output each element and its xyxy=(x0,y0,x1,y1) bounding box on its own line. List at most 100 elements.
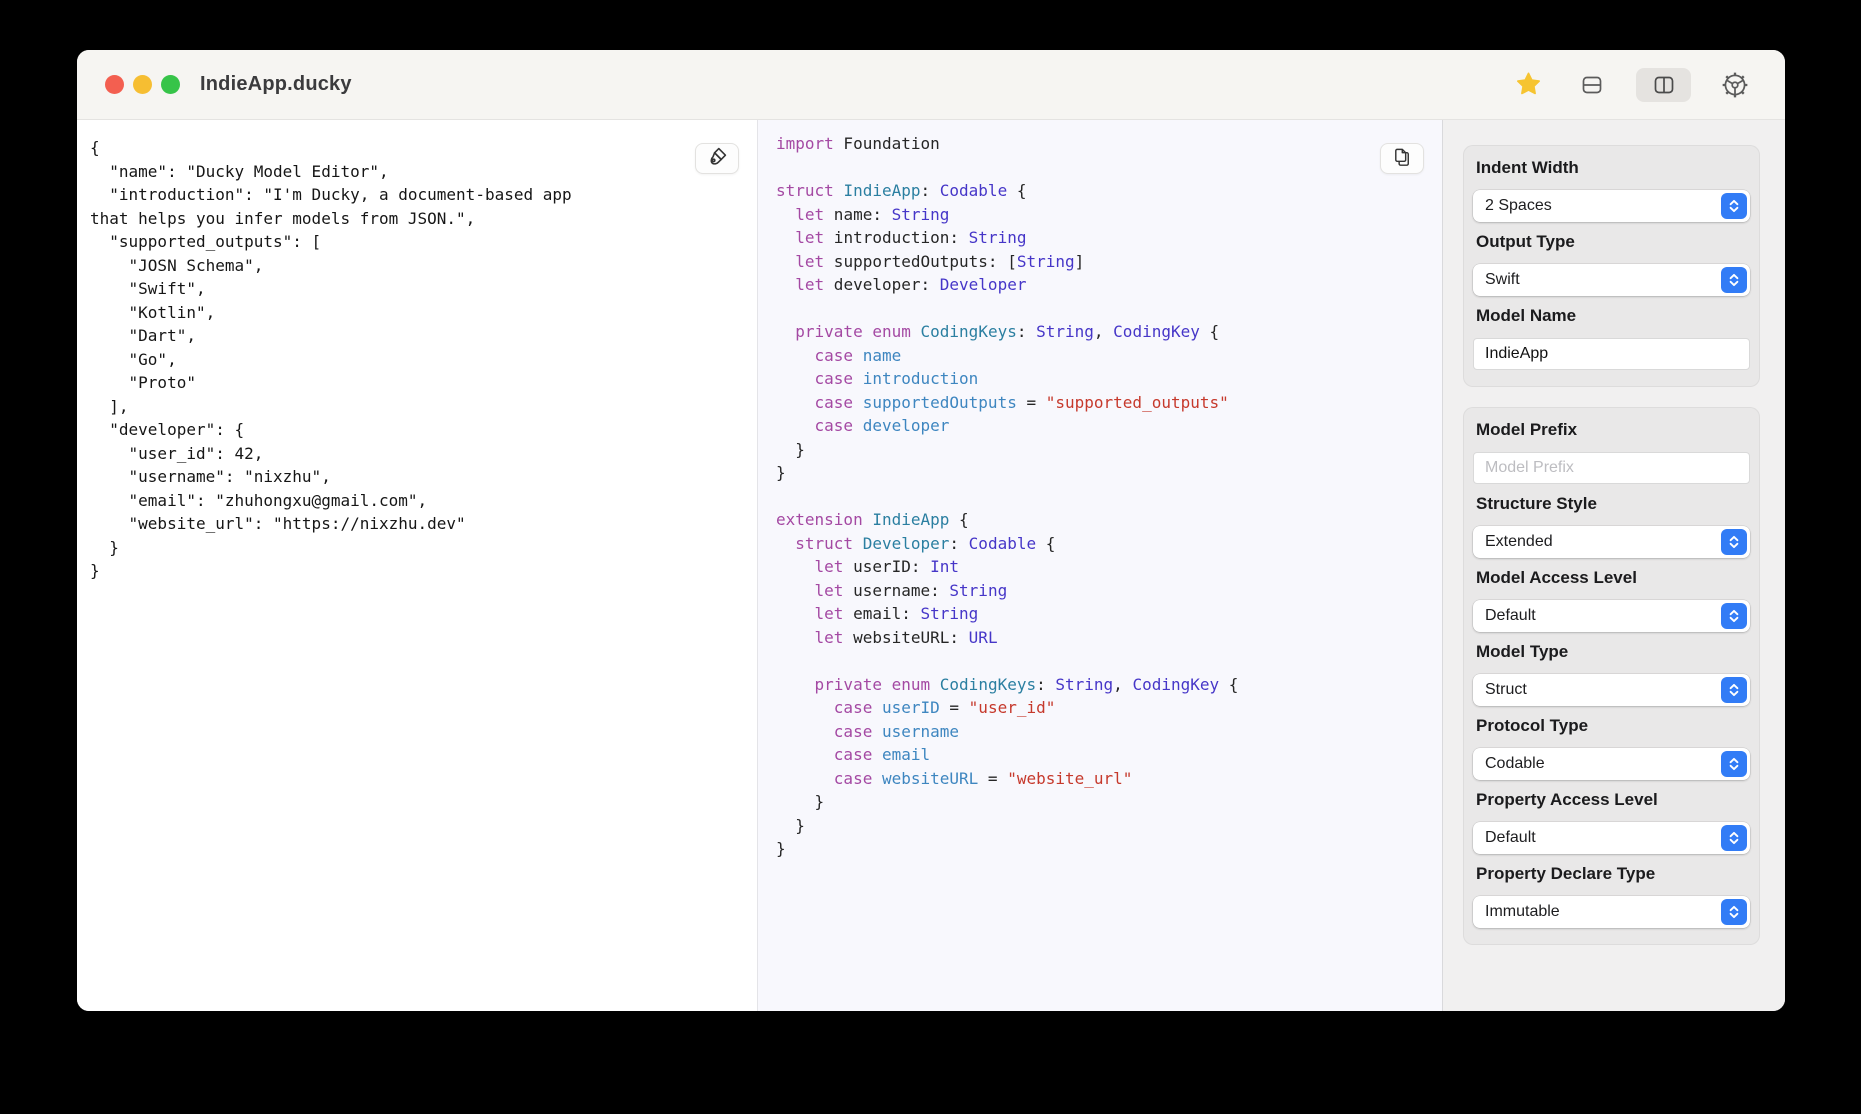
inspector-group: Indent Width 2 Spaces Output Type Swift Mode… xyxy=(1463,145,1760,387)
zoom-window-button[interactable] xyxy=(161,75,180,94)
popup-model-access-level[interactable]: Default xyxy=(1473,600,1750,632)
favorite-button[interactable] xyxy=(1508,68,1548,102)
code-token: struct xyxy=(776,181,834,200)
code-token: { xyxy=(1036,533,1056,553)
code-token: private xyxy=(814,674,882,694)
chevron-up-down-icon xyxy=(1721,603,1747,629)
popup-value: Default xyxy=(1485,829,1536,846)
code-token: "website_url" xyxy=(1007,768,1133,788)
code-token: let xyxy=(814,557,844,576)
json-editor-panel: { "name": "Ducky Model Editor", "introdu… xyxy=(77,120,758,1011)
popup-value: 2 Spaces xyxy=(1485,197,1552,214)
code-token: case xyxy=(814,369,854,388)
popup-indent-width[interactable]: 2 Spaces xyxy=(1473,190,1750,222)
chevron-up-down-icon xyxy=(1721,193,1747,219)
code-token: userID: xyxy=(843,557,931,576)
code-token: let xyxy=(814,580,844,600)
code-token: case xyxy=(833,698,873,717)
code-token: CodingKeys xyxy=(939,674,1037,694)
split-horizontal-icon xyxy=(1579,73,1605,97)
code-token: case xyxy=(814,345,854,365)
code-line: let name: String xyxy=(776,203,1442,227)
code-token: let xyxy=(814,604,844,623)
code-token: "supported_outputs" xyxy=(1045,392,1229,412)
field-label-property-access-level: Property Access Level xyxy=(1476,790,1658,809)
code-line: case email xyxy=(776,743,1442,767)
field-label-model-prefix: Model Prefix xyxy=(1476,420,1578,439)
popup-structure-style[interactable]: Extended xyxy=(1473,526,1750,558)
chevron-up-down-icon xyxy=(1721,529,1747,555)
popup-value: Default xyxy=(1485,607,1536,624)
popup-property-declare-type[interactable]: Immutable xyxy=(1473,896,1750,928)
split-vertical-button[interactable] xyxy=(1636,67,1691,102)
code-token: websiteURL: xyxy=(843,627,969,647)
code-token: = xyxy=(1016,392,1046,412)
code-token: supportedOutputs xyxy=(862,392,1017,412)
inspector-sidebar: Indent Width 2 Spaces Output Type Swift Mode… xyxy=(1443,120,1785,1011)
code-line: case supportedOutputs = "supported_outpu… xyxy=(776,391,1442,415)
code-token: { xyxy=(1219,674,1239,694)
popup-model-type[interactable]: Struct xyxy=(1473,674,1750,706)
json-editor-content[interactable]: { "name": "Ducky Model Editor", "introdu… xyxy=(77,120,757,583)
code-token: } xyxy=(776,463,786,482)
code-token: developer: xyxy=(824,275,940,294)
copy-code-button[interactable] xyxy=(1380,143,1424,174)
input-model-name[interactable] xyxy=(1473,338,1750,370)
code-token: CodingKeys xyxy=(920,322,1017,341)
split-horizontal-button[interactable] xyxy=(1572,68,1612,102)
code-token: let xyxy=(795,228,825,247)
code-token: case xyxy=(833,745,873,764)
code-token: String xyxy=(1016,251,1075,271)
code-line: } xyxy=(776,438,1442,462)
settings-button[interactable] xyxy=(1715,68,1755,102)
code-token: introduction: xyxy=(824,228,969,247)
code-token: Developer xyxy=(862,533,950,553)
code-token: URL xyxy=(968,627,998,647)
code-token: Int xyxy=(930,557,960,576)
code-line: case name xyxy=(776,344,1442,368)
close-window-button[interactable] xyxy=(105,75,124,94)
field-label-structure-style: Structure Style xyxy=(1476,494,1597,513)
code-line: let username: String xyxy=(776,579,1442,603)
popup-output-type[interactable]: Swift xyxy=(1473,264,1750,296)
code-token: String xyxy=(891,204,950,224)
code-token: username xyxy=(881,721,960,741)
format-json-button[interactable] xyxy=(695,143,739,174)
code-token: : xyxy=(920,181,940,200)
inspector-groups: Indent Width 2 Spaces Output Type Swift Mode… xyxy=(1463,145,1760,945)
code-token: struct xyxy=(795,533,854,553)
swift-code: import Foundation struct IndieApp: Codabl… xyxy=(758,120,1442,861)
titlebar: IndieApp.ducky xyxy=(77,50,1785,120)
popup-property-access-level[interactable]: Default xyxy=(1473,822,1750,854)
chevron-up-down-icon xyxy=(1721,899,1747,925)
minimize-window-button[interactable] xyxy=(133,75,152,94)
field-label-model-type: Model Type xyxy=(1476,642,1569,661)
code-token: { xyxy=(1007,181,1027,200)
input-model-prefix[interactable] xyxy=(1473,452,1750,484)
code-token: case xyxy=(814,416,854,435)
chevron-up-down-icon xyxy=(1721,267,1747,293)
code-token: case xyxy=(833,768,873,788)
code-output-panel: import Foundation struct IndieApp: Codabl… xyxy=(758,120,1443,1011)
window-title: IndieApp.ducky xyxy=(200,73,352,95)
popup-protocol-type[interactable]: Codable xyxy=(1473,748,1750,780)
code-line: case developer xyxy=(776,414,1442,438)
code-line: } xyxy=(776,837,1442,861)
code-token: { xyxy=(1199,322,1220,341)
code-token: : xyxy=(1036,674,1056,694)
code-token: String xyxy=(1055,674,1114,694)
chevron-up-down-icon xyxy=(1721,677,1747,703)
popup-value: Swift xyxy=(1485,271,1520,288)
code-token: = xyxy=(978,768,1008,788)
